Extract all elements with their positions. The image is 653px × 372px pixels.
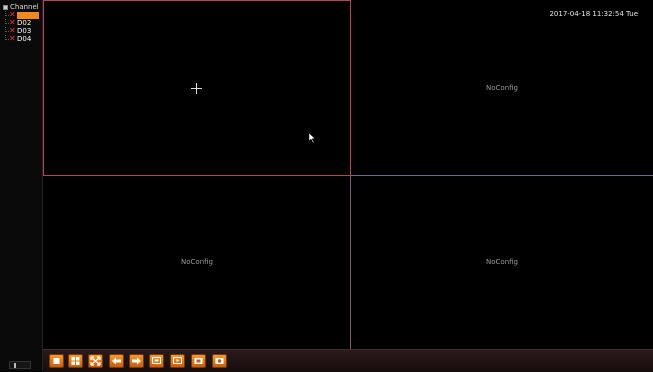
channel-item-label: D04 [17,35,32,43]
video-pane-2[interactable]: NoConfig [351,0,653,175]
collapse-icon[interactable] [3,4,8,10]
single-view-button[interactable] [49,354,64,368]
pane-status: NoConfig [181,258,213,266]
next-arrow-icon [132,357,141,365]
bottom-toolbar [43,349,653,372]
video-pane-3[interactable]: NoConfig [43,175,351,349]
pane-status: NoConfig [486,84,518,92]
disconnected-icon: ✕ [9,34,16,43]
fullscreen-icon [90,356,101,366]
next-button[interactable] [129,354,144,368]
quad-view-icon [71,357,80,365]
record-icon [152,357,161,364]
channel-item-label: D02 [17,19,32,27]
single-view-icon [53,358,60,364]
snapshot-icon [194,358,203,364]
capture-button[interactable] [212,354,227,368]
channel-item-label: D03 [17,27,32,35]
channel-item-label [17,11,39,19]
playback-icon [173,357,182,364]
video-grid: NoConfig NoConfig NoConfig 2017-04-18 11… [43,0,653,349]
prev-arrow-icon [112,357,121,365]
selected-pane-border [43,0,351,176]
record-button[interactable] [149,354,164,368]
channel-tree: Channel ✕ ✕ D02 ✕ D03 ✕ D04 [3,3,39,43]
channel-item-d04[interactable]: ✕ D04 [5,34,39,43]
capture-icon [215,358,224,364]
sidebar-scrollbar[interactable] [9,361,31,369]
video-pane-4[interactable]: NoConfig [351,175,653,349]
channel-panel: Channel ✕ ✕ D02 ✕ D03 ✕ D04 [0,0,43,371]
snapshot-button[interactable] [191,354,206,368]
playback-button[interactable] [170,354,185,368]
scrollbar-thumb[interactable] [14,363,16,368]
previous-button[interactable] [109,354,124,368]
pane-status: NoConfig [486,258,518,266]
timestamp-overlay: 2017-04-18 11:32:54 Tue [549,10,638,18]
fullscreen-button[interactable] [88,354,103,368]
quad-view-button[interactable] [68,354,83,368]
